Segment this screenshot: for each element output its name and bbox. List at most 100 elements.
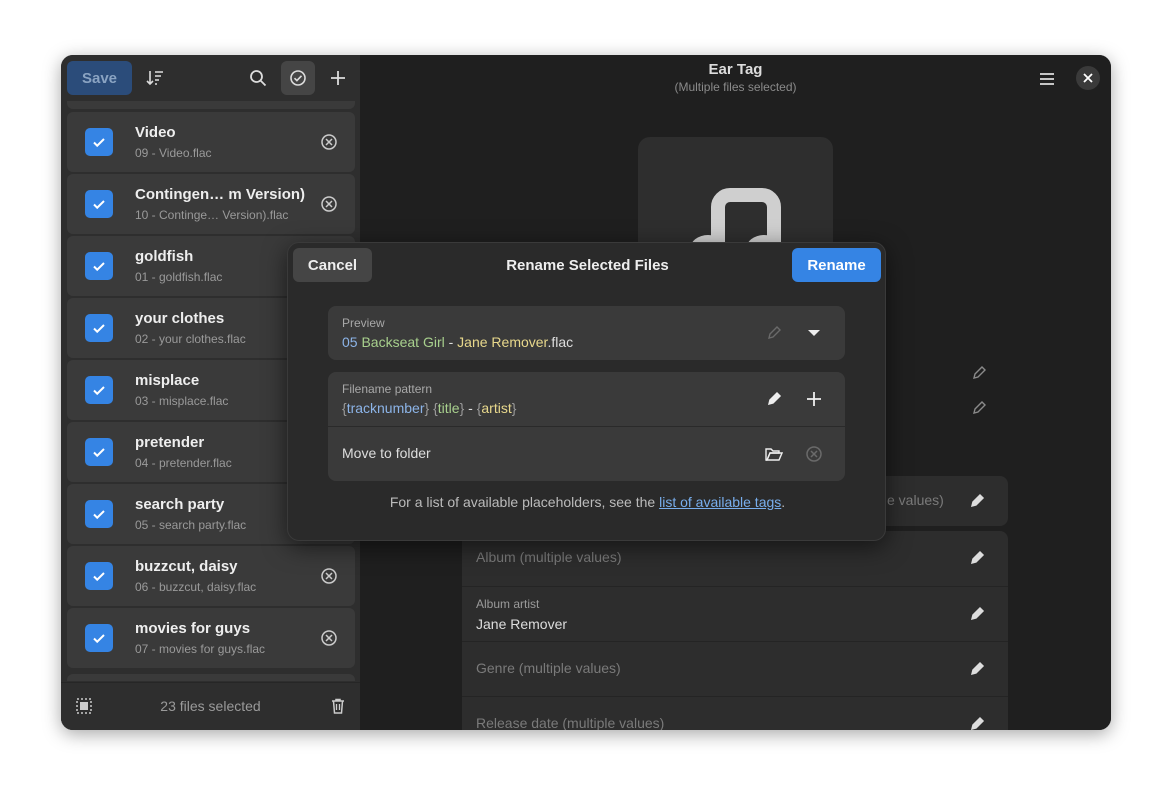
preview-extension: .flac [547, 334, 574, 350]
field-group-album: Album (multiple values) Album artist Jan… [462, 531, 1008, 730]
dropdown-arrow-icon[interactable] [804, 323, 824, 343]
edit-album-icon[interactable] [969, 550, 985, 566]
edit-album-artist-icon[interactable] [969, 606, 985, 622]
sidebar-header: Save [61, 55, 360, 101]
app-window: Save Video 09 - Video.flac Contingen… m … [61, 55, 1111, 730]
file-title: buzzcut, daisy [135, 558, 238, 575]
pattern-value[interactable]: {tracknumber} {title} - {artist} [342, 400, 516, 416]
file-name: 01 - goldfish.flac [135, 270, 223, 284]
file-title: goldfish [135, 248, 194, 265]
help-prefix: For a list of available placeholders, se… [389, 494, 660, 510]
help-suffix: . [781, 494, 786, 510]
file-title: pretender [135, 434, 205, 451]
help-text: For a list of available placeholders, se… [288, 494, 887, 510]
album-artist-value: Jane Remover [476, 616, 568, 632]
edit-pattern-icon[interactable] [764, 389, 784, 409]
file-title: search party [135, 496, 225, 513]
remove-file-icon[interactable] [320, 567, 338, 585]
checkbox[interactable] [85, 376, 113, 404]
preview-tracknumber: 05 [342, 334, 358, 350]
list-item-partial [67, 674, 355, 681]
remove-file-icon[interactable] [320, 133, 338, 151]
sort-icon[interactable] [138, 61, 172, 95]
clear-folder-icon [804, 444, 824, 464]
genre-placeholder: Genre (multiple values) [476, 660, 621, 676]
list-item[interactable]: Contingen… m Version) 10 - Continge… Ver… [67, 174, 355, 234]
file-title: Contingen… m Version) [135, 186, 306, 203]
pattern-label: Filename pattern [342, 382, 433, 396]
add-file-icon[interactable] [321, 61, 355, 95]
checkbox[interactable] [85, 624, 113, 652]
edit-preview-icon [764, 323, 784, 343]
file-name: 04 - pretender.flac [135, 456, 232, 470]
field-placeholder-partial: e values) [887, 492, 944, 508]
rename-button[interactable]: Rename [792, 248, 881, 282]
preview-label: Preview [342, 316, 385, 330]
remove-file-icon[interactable] [320, 195, 338, 213]
app-subtitle: (Multiple files selected) [674, 80, 797, 94]
preview-value: 05 Backseat Girl - Jane Remover.flac [342, 334, 573, 350]
checkbox[interactable] [85, 314, 113, 342]
pattern-artist: artist [481, 400, 512, 416]
selected-count: 23 files selected [160, 698, 261, 714]
search-icon[interactable] [241, 61, 275, 95]
rename-dialog: Cancel Rename Selected Files Rename Prev… [287, 242, 886, 541]
list-item[interactable]: movies for guys 07 - movies for guys.fla… [67, 608, 355, 668]
album-artist-field[interactable]: Album artist Jane Remover [462, 586, 1008, 641]
release-date-placeholder: Release date (multiple values) [476, 715, 665, 730]
album-placeholder: Album (multiple values) [476, 549, 622, 565]
tags-link[interactable]: list of available tags [659, 494, 781, 510]
file-title: misplace [135, 372, 200, 389]
list-item-partial [67, 101, 355, 109]
file-name: 02 - your clothes.flac [135, 332, 246, 346]
checkbox[interactable] [85, 438, 113, 466]
file-title: Video [135, 124, 176, 141]
file-title: movies for guys [135, 620, 251, 637]
genre-field[interactable]: Genre (multiple values) [462, 641, 1008, 696]
divider [328, 426, 845, 427]
checkbox[interactable] [85, 128, 113, 156]
checkbox[interactable] [85, 190, 113, 218]
file-name: 06 - buzzcut, daisy.flac [135, 580, 257, 594]
preview-separator: - [444, 334, 458, 350]
checkbox[interactable] [85, 562, 113, 590]
checkbox[interactable] [85, 500, 113, 528]
album-artist-label: Album artist [476, 597, 540, 611]
edit-artist-icon[interactable] [971, 400, 987, 416]
preview-title: Backseat Girl [361, 334, 445, 350]
cancel-button[interactable]: Cancel [293, 248, 372, 282]
preview-row[interactable]: Preview 05 Backseat Girl - Jane Remover.… [328, 306, 845, 360]
release-date-field[interactable]: Release date (multiple values) [462, 696, 1008, 730]
list-item[interactable]: Video 09 - Video.flac [67, 112, 355, 172]
edit-genre-icon[interactable] [969, 661, 985, 677]
preview-artist: Jane Remover [457, 334, 548, 350]
selection-mode-icon[interactable] [281, 61, 315, 95]
trash-icon[interactable] [329, 697, 347, 715]
edit-release-date-icon[interactable] [969, 716, 985, 730]
list-item[interactable]: buzzcut, daisy 06 - buzzcut, daisy.flac [67, 546, 355, 606]
window-title: Ear Tag (Multiple files selected) [360, 61, 1111, 94]
close-icon[interactable] [1076, 66, 1100, 90]
pattern-title: title [437, 400, 460, 416]
edit-title-icon[interactable] [971, 365, 987, 381]
brace: } [511, 400, 517, 416]
file-name: 05 - search party.flac [135, 518, 247, 532]
file-name: 09 - Video.flac [135, 146, 212, 160]
move-to-folder-label: Move to folder [342, 445, 431, 461]
remove-file-icon[interactable] [320, 629, 338, 647]
pattern-tracknumber: tracknumber [346, 400, 425, 416]
save-button[interactable]: Save [67, 61, 132, 95]
add-placeholder-icon[interactable] [804, 389, 824, 409]
edit-field-icon[interactable] [969, 493, 985, 509]
sidebar-footer: 23 files selected [61, 682, 360, 730]
pattern-card: Filename pattern {tracknumber} {title} -… [328, 372, 845, 481]
file-name: 03 - misplace.flac [135, 394, 229, 408]
file-name: 07 - movies for guys.flac [135, 642, 266, 656]
checkbox[interactable] [85, 252, 113, 280]
hamburger-menu-icon[interactable] [1030, 67, 1064, 91]
folder-open-icon[interactable] [764, 444, 784, 464]
file-title: your clothes [135, 310, 225, 327]
pattern-separator: - [464, 400, 477, 416]
file-name: 10 - Continge… Version).flac [135, 208, 289, 222]
app-title: Ear Tag [708, 61, 763, 78]
